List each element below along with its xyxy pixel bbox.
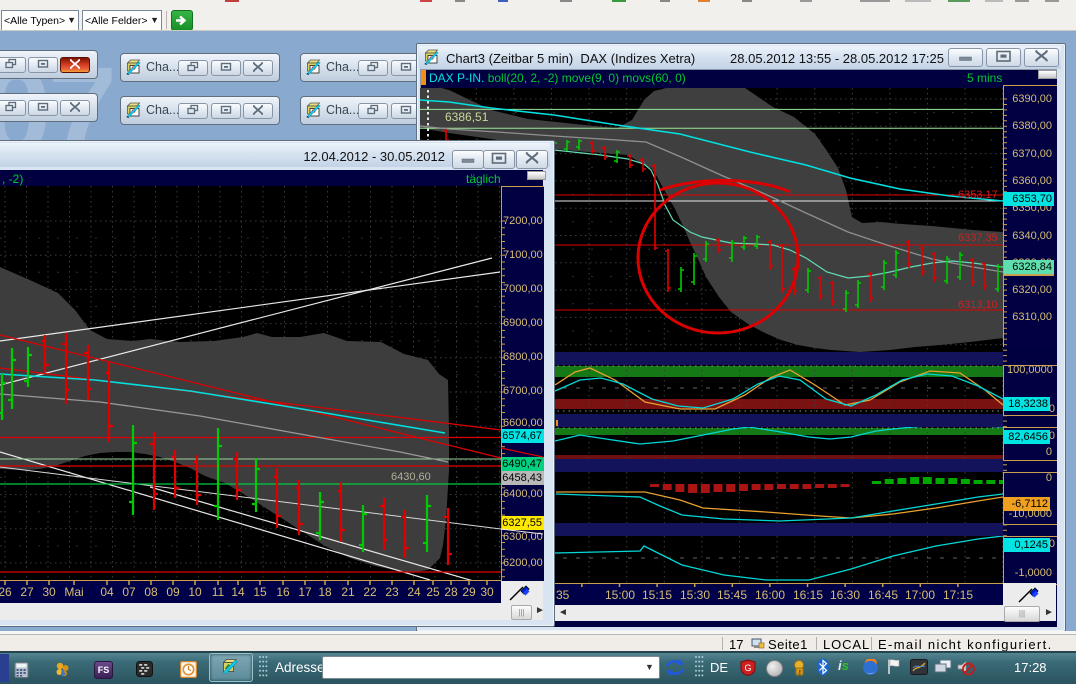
svg-text:⚷: ⚷ [797,669,801,676]
svg-text:6386,51: 6386,51 [445,110,489,124]
svg-text:G: G [744,663,751,673]
svg-text:6430,60: 6430,60 [391,471,431,483]
